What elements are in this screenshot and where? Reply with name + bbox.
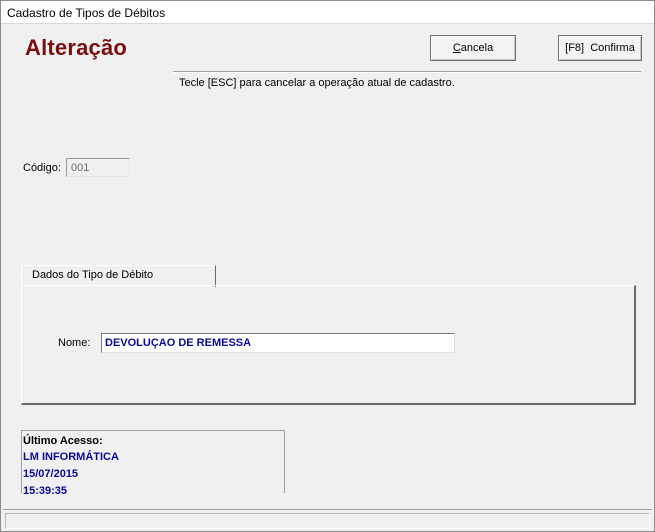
cancel-accelerator: C [452, 42, 461, 54]
last-access-user: LM INFORMÁTICA [23, 451, 119, 463]
last-access-title: Último Acesso: [23, 435, 103, 447]
codigo-field[interactable] [66, 158, 130, 177]
status-panel [5, 513, 650, 529]
app-window: Cadastro de Tipos de Débitos Alteração C… [0, 0, 655, 532]
last-access-box: Último Acesso: LM INFORMÁTICA 15/07/2015… [21, 430, 285, 497]
title-bar: Cadastro de Tipos de Débitos [1, 1, 654, 24]
cancel-button[interactable]: Cancela [430, 35, 516, 61]
hint-text: Tecle [ESC] para cancelar a operação atu… [179, 77, 455, 89]
cancel-label-post: ancela [460, 42, 494, 54]
mode-title: Alteração [25, 35, 128, 60]
tab-label: Dados do Tipo de Débito [32, 269, 154, 281]
status-bar [3, 509, 652, 530]
last-access-time: 15:39:35 [23, 485, 68, 497]
tab-dados-tipo-debito[interactable]: Dados do Tipo de Débito [21, 265, 216, 287]
header-divider [173, 71, 641, 73]
nome-label: Nome: [58, 337, 91, 349]
window-title: Cadastro de Tipos de Débitos [7, 6, 166, 20]
confirm-button[interactable]: [F8] Confirma [558, 35, 642, 61]
last-access-date: 15/07/2015 [23, 468, 79, 480]
codigo-label: Código: [23, 162, 61, 174]
nome-field[interactable] [101, 333, 455, 353]
